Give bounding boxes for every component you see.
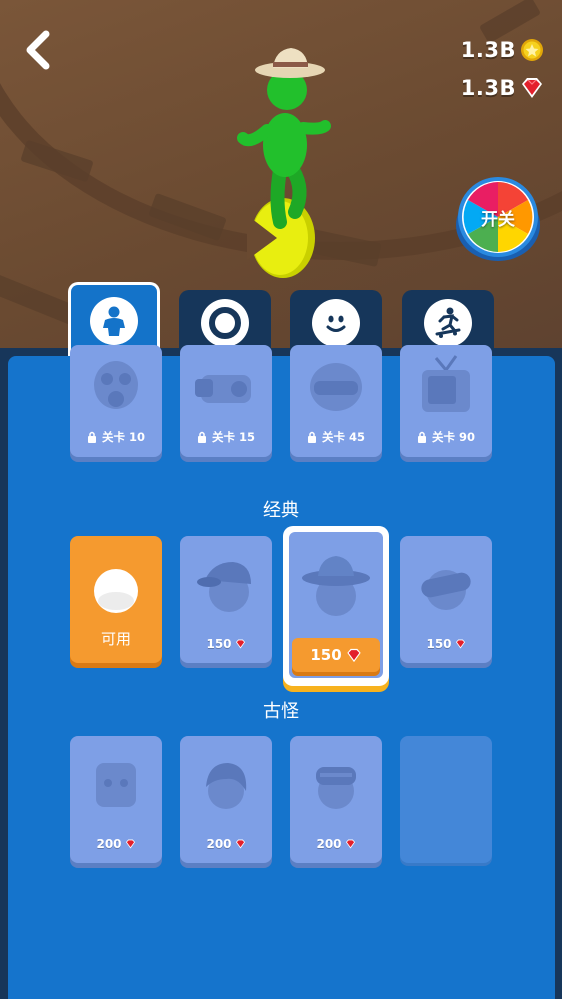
price-tag: 200 xyxy=(180,837,272,851)
gem-icon xyxy=(345,839,355,849)
section-title-classic: 经典 xyxy=(263,500,299,521)
lucky-wheel-button[interactable]: 开关 xyxy=(455,175,541,261)
ring-icon xyxy=(201,299,249,347)
lock-label: 关卡 15 xyxy=(180,429,272,445)
plain-head-icon xyxy=(70,550,162,632)
coin-amount: 1.3B xyxy=(460,38,516,62)
item-card[interactable]: 200 xyxy=(290,736,382,863)
item-card-inner: 150 xyxy=(289,532,383,678)
tv-head-icon xyxy=(400,347,492,427)
fedora-icon xyxy=(289,542,383,626)
section-title-weird: 古怪 xyxy=(263,701,299,722)
item-card[interactable]: 200 xyxy=(70,736,162,863)
item-card-empty xyxy=(400,736,492,863)
lock-label: 关卡 10 xyxy=(70,429,162,445)
item-card-locked[interactable]: 关卡 90 xyxy=(400,345,492,457)
skateboarder-icon xyxy=(424,299,472,347)
buy-button[interactable]: 150 xyxy=(292,638,380,672)
back-button[interactable] xyxy=(22,30,52,70)
item-card-locked[interactable]: 关卡 10 xyxy=(70,345,162,457)
price-tag: 200 xyxy=(290,837,382,851)
vr-goggles-icon xyxy=(180,347,272,427)
gem-icon xyxy=(125,839,135,849)
item-card-locked[interactable]: 关卡 15 xyxy=(180,345,272,457)
lock-icon xyxy=(417,431,426,443)
gem-balance: 1.3B xyxy=(461,76,544,100)
lock-icon xyxy=(87,431,96,443)
helmet-icon xyxy=(290,347,382,427)
box-head-icon xyxy=(70,744,162,826)
coin-balance: 1.3B xyxy=(461,38,544,62)
gem-amount: 1.3B xyxy=(460,76,516,100)
item-card-locked[interactable]: 关卡 45 xyxy=(290,345,382,457)
item-card-available[interactable]: 可用 xyxy=(70,536,162,663)
gas-mask-icon xyxy=(70,347,162,427)
coin-icon xyxy=(521,39,543,61)
lock-icon xyxy=(197,431,206,443)
available-label: 可用 xyxy=(100,630,131,648)
gem-icon xyxy=(235,639,245,649)
gem-icon xyxy=(455,639,465,649)
bandage-head-icon xyxy=(290,744,382,826)
cap-icon xyxy=(180,544,272,626)
gem-icon xyxy=(235,839,245,849)
goggles-icon xyxy=(400,544,492,626)
price-tag: 150 xyxy=(400,637,492,651)
price-tag: 200 xyxy=(70,837,162,851)
lock-label: 关卡 90 xyxy=(400,429,492,445)
price-tag: 150 xyxy=(180,637,272,651)
gem-icon xyxy=(522,78,542,98)
item-card[interactable]: 150 xyxy=(180,536,272,663)
item-card[interactable]: 200 xyxy=(180,736,272,863)
item-card-selected[interactable]: 150 xyxy=(283,526,389,686)
smiley-icon xyxy=(312,299,360,347)
lock-label: 关卡 45 xyxy=(290,429,382,445)
item-card[interactable]: 150 xyxy=(400,536,492,663)
lock-icon xyxy=(307,431,316,443)
hair-icon xyxy=(180,744,272,826)
person-icon xyxy=(90,296,138,345)
gem-icon xyxy=(346,648,361,662)
chevron-left-icon xyxy=(26,30,50,70)
player-character xyxy=(237,48,331,278)
wheel-label: 开关 xyxy=(481,210,515,230)
